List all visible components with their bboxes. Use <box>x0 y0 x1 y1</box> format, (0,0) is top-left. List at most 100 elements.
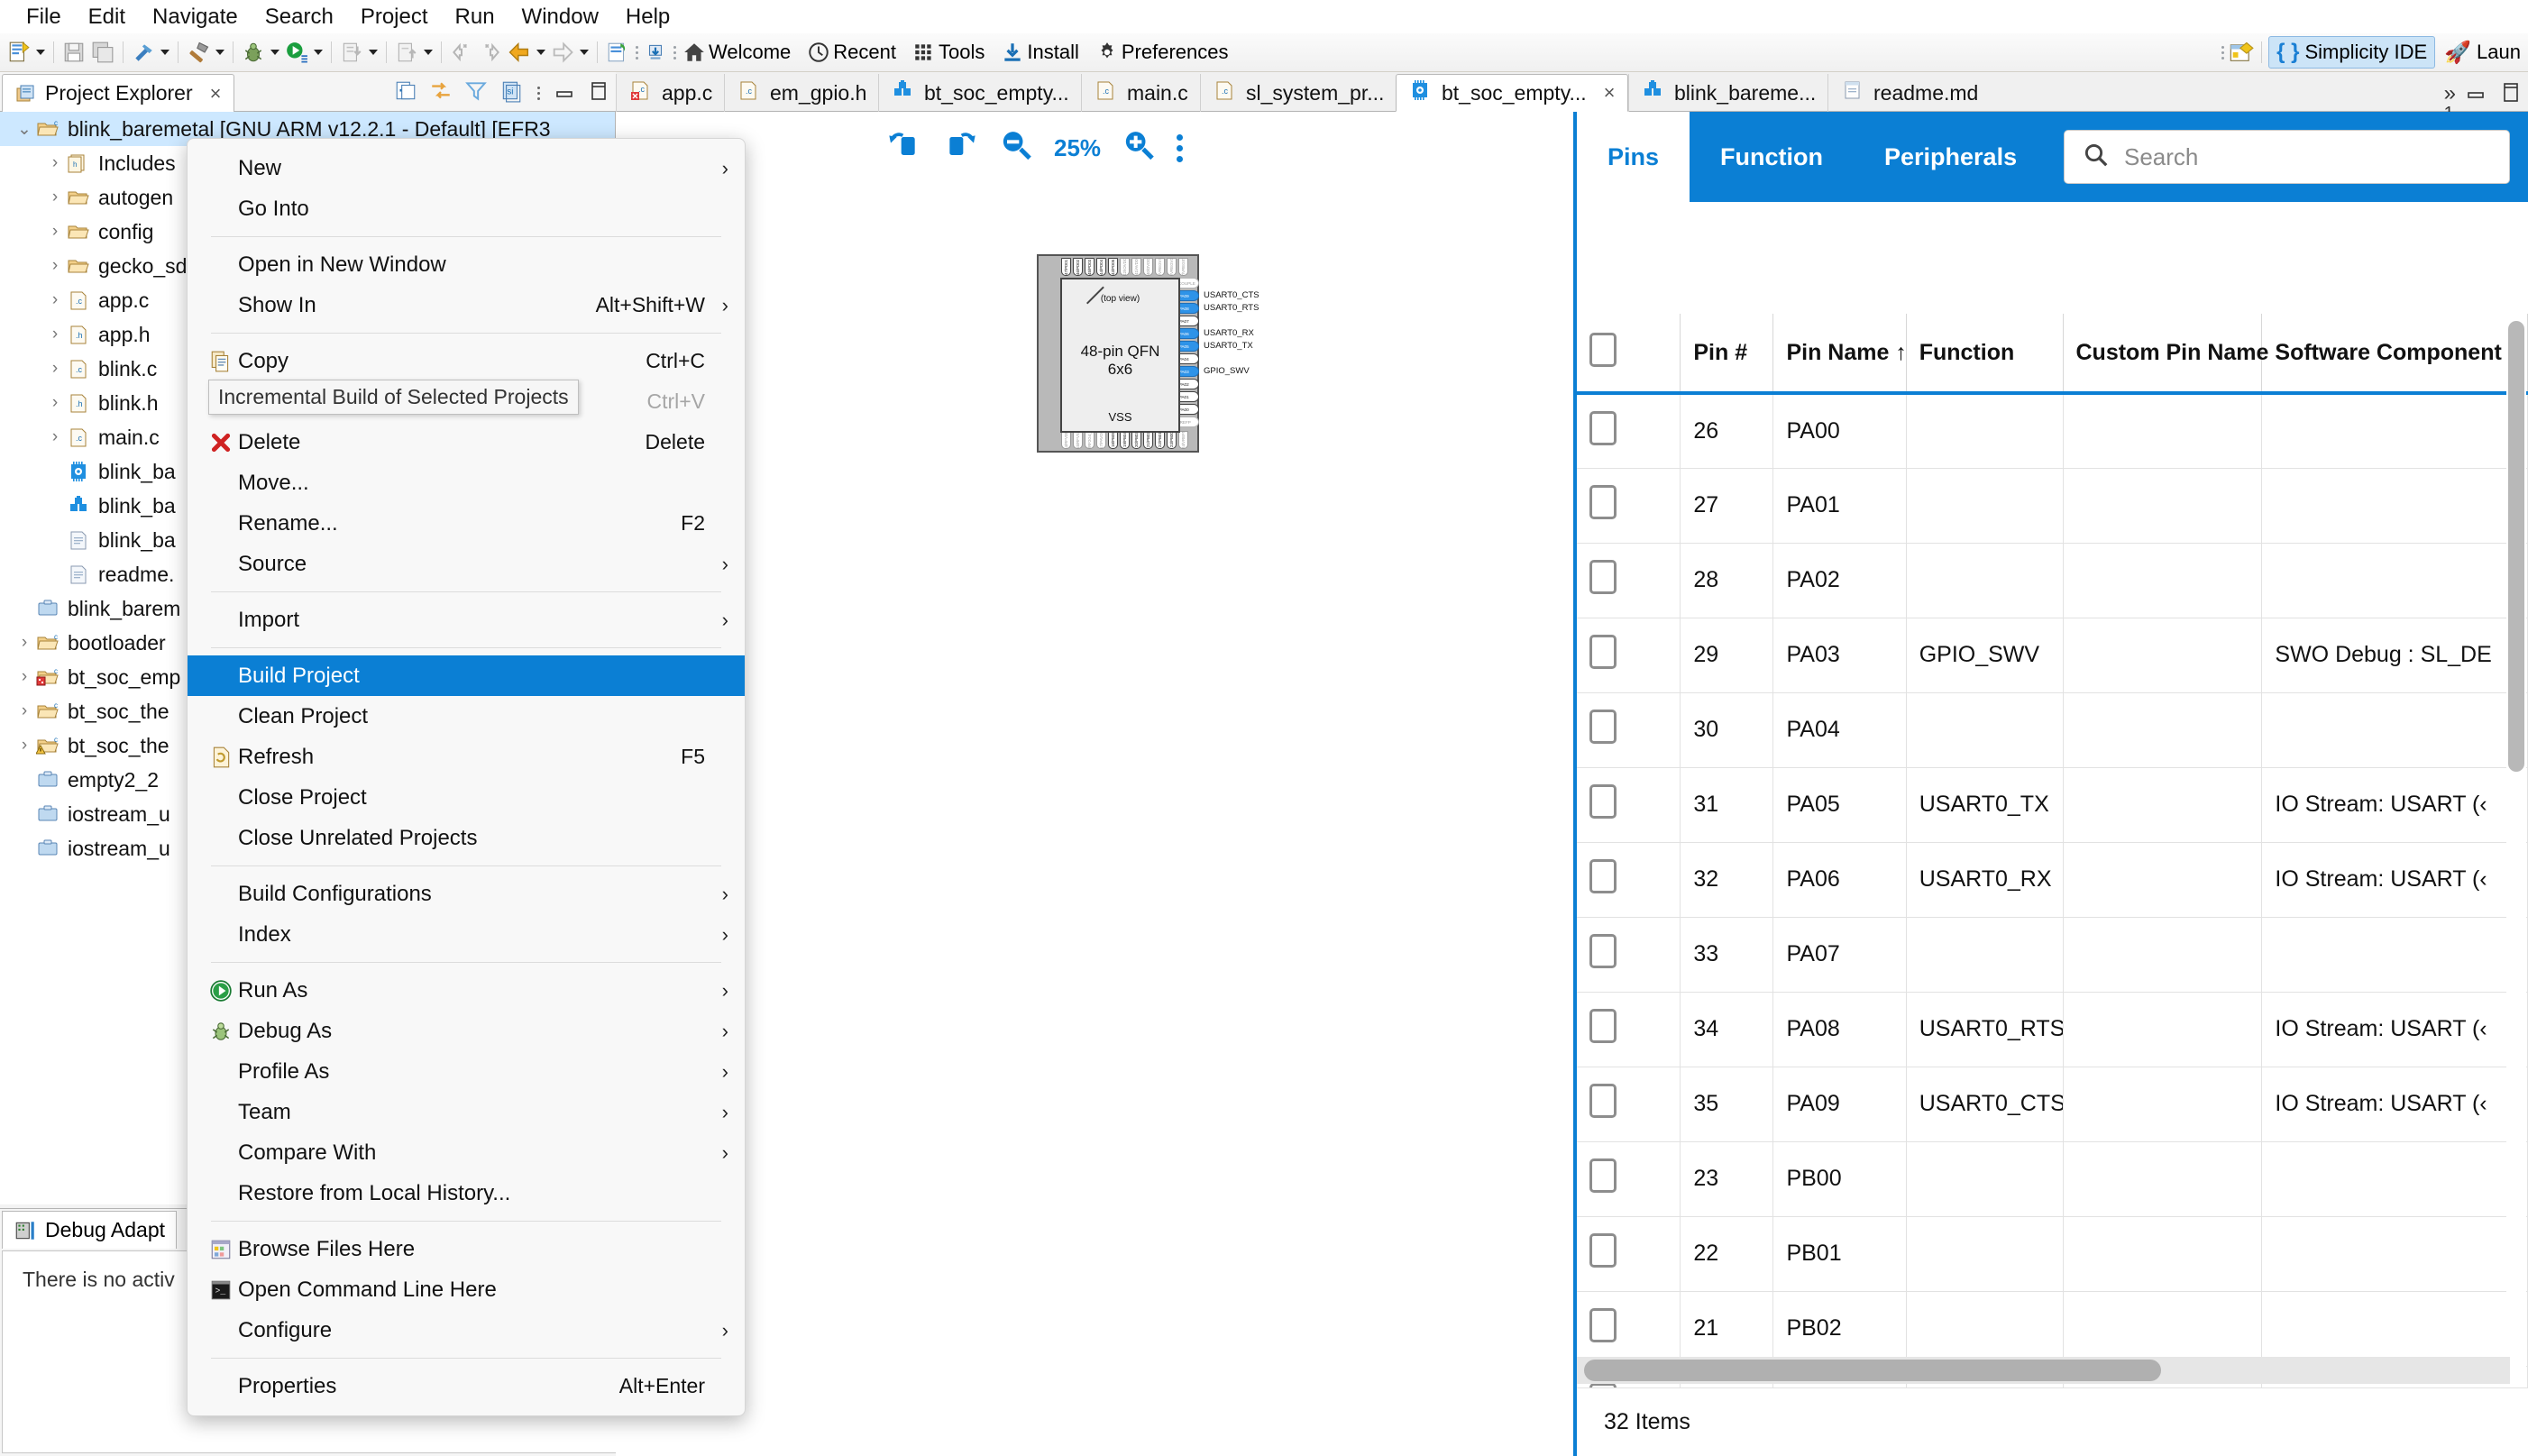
toolbar-drag-handle[interactable] <box>671 40 678 65</box>
pin-number-cell[interactable]: 31 <box>1680 767 1774 843</box>
column-header-software-component[interactable]: Software Component <box>2261 314 2528 395</box>
software-component-cell[interactable]: IO Stream: USART (‹ <box>2261 1067 2528 1142</box>
menu-window[interactable]: Window <box>508 3 612 32</box>
menu-item-build-project[interactable]: Build Project <box>188 655 745 696</box>
menu-item-go-into[interactable]: Go Into <box>188 188 745 229</box>
view-menu-icon[interactable] <box>535 81 542 106</box>
chevron-right-icon[interactable]: › <box>13 667 36 687</box>
quick-access-recent[interactable]: Recent <box>804 36 908 69</box>
debug-dropdown-icon[interactable] <box>269 39 281 66</box>
chevron-right-icon[interactable]: › <box>43 222 67 242</box>
software-component-cell[interactable] <box>2261 692 2528 768</box>
tab-project-explorer[interactable]: Project Explorer × <box>2 74 235 112</box>
new-wizard-dropdown-icon[interactable] <box>34 39 47 66</box>
row-checkbox[interactable] <box>1589 485 1617 519</box>
close-icon[interactable]: × <box>1604 81 1616 105</box>
menu-item-source[interactable]: Source › <box>188 544 745 584</box>
chip-pin-bottom[interactable]: 19/PB04 <box>1120 431 1130 449</box>
chevron-right-icon[interactable]: › <box>13 701 36 721</box>
editor-tab-5[interactable]: bt_soc_empty... × <box>1396 74 1628 112</box>
editor-tab-0[interactable]: .c app.c <box>616 74 724 112</box>
collapse-all-icon[interactable] <box>394 79 417 107</box>
perspective-drag-handle[interactable] <box>2219 40 2226 65</box>
chip-pin-top[interactable]: 44/PD04 <box>1096 258 1106 276</box>
close-icon[interactable]: × <box>210 82 222 105</box>
chip-pin-bottom[interactable]: 15/RFVSS <box>1073 431 1083 449</box>
custom-pin-name-cell[interactable] <box>2063 468 2263 544</box>
link-with-editor-icon[interactable] <box>429 79 453 107</box>
menu-item-delete[interactable]: Delete Delete <box>188 422 745 462</box>
table-row[interactable]: 23 PB00 <box>1577 1141 2528 1217</box>
row-checkbox-cell[interactable] <box>1577 1067 1681 1142</box>
chip-pin-top[interactable]: 43/PD05 <box>1108 258 1118 276</box>
pin-name-cell[interactable]: PA01 <box>1772 468 1907 544</box>
menu-item-browse-files-here[interactable]: Browse Files Here <box>188 1229 745 1269</box>
simplicity-filter-icon[interactable]: si <box>499 79 523 107</box>
chip-pin-bottom[interactable]: 16/RF2G4_IO <box>1085 431 1095 449</box>
row-checkbox[interactable] <box>1589 1009 1617 1043</box>
menu-item-move[interactable]: Move... <box>188 462 745 503</box>
chevron-right-icon[interactable]: › <box>13 633 36 653</box>
custom-pin-name-cell[interactable] <box>2063 767 2263 843</box>
next-annotation-icon[interactable] <box>477 39 504 66</box>
row-checkbox-cell[interactable] <box>1577 992 1681 1067</box>
chip-pin-bottom[interactable]: 20/PB03 <box>1131 431 1141 449</box>
editor-tab-1[interactable]: .c em_gpio.h <box>724 74 878 112</box>
prev-annotation-icon[interactable] <box>448 39 475 66</box>
download-flash-icon[interactable] <box>338 39 365 66</box>
custom-pin-name-cell[interactable] <box>2063 1067 2263 1142</box>
chip-pin-top[interactable]: 39/VREGVSS <box>1155 258 1165 276</box>
menu-item-rename[interactable]: Rename... F2 <box>188 503 745 544</box>
software-component-cell[interactable] <box>2261 393 2528 469</box>
project-context-menu[interactable]: New › Go Into Open in New Window Show In Alt+… <box>187 138 746 1416</box>
table-row[interactable]: 27 PA01 <box>1577 468 2528 544</box>
row-checkbox[interactable] <box>1589 859 1617 893</box>
forward-icon[interactable] <box>549 39 576 66</box>
chip-pin-bottom[interactable]: 23/PB00 <box>1167 431 1177 449</box>
chevron-down-icon[interactable]: ⌄ <box>13 119 36 140</box>
pin-function-cell[interactable] <box>1906 1291 2064 1367</box>
custom-pin-name-cell[interactable] <box>2063 618 2263 693</box>
tab-peripherals[interactable]: Peripherals <box>1854 112 2047 202</box>
pin-name-cell[interactable]: PB00 <box>1772 1141 1907 1217</box>
new-wizard-icon[interactable] <box>5 39 32 66</box>
quick-access-welcome[interactable]: Welcome <box>680 36 802 69</box>
menu-help[interactable]: Help <box>612 3 683 32</box>
run-dropdown-icon[interactable] <box>312 39 325 66</box>
table-row[interactable]: 21 PB02 <box>1577 1291 2528 1367</box>
toolbar-drag-handle[interactable] <box>633 40 640 65</box>
chip-pin-top[interactable]: 41/AVDD <box>1131 258 1141 276</box>
pin-table-hscrollbar[interactable] <box>1577 1357 2510 1384</box>
row-checkbox-cell[interactable] <box>1577 543 1681 618</box>
select-all-checkbox[interactable] <box>1589 332 1617 367</box>
column-header-custom-pin-name[interactable]: Custom Pin Name <box>2063 314 2268 395</box>
zoom-out-icon[interactable] <box>998 128 1034 169</box>
software-component-cell[interactable] <box>2261 1216 2528 1292</box>
pin-function-cell[interactable]: USART0_TX <box>1906 767 2064 843</box>
menu-item-run-as[interactable]: Run As › <box>188 970 745 1011</box>
chevron-right-icon[interactable]: › <box>13 736 36 755</box>
editor-tab-7[interactable]: readme.md <box>1827 74 1990 112</box>
row-checkbox-cell[interactable] <box>1577 692 1681 768</box>
kebab-menu-icon[interactable] <box>1177 134 1184 162</box>
menu-item-compare-with[interactable]: Compare With › <box>188 1132 745 1173</box>
row-checkbox-cell[interactable] <box>1577 917 1681 993</box>
table-row[interactable]: 35 PA09 USART0_CTS IO Stream: USART (‹ <box>1577 1067 2528 1142</box>
pin-number-cell[interactable]: 33 <box>1680 917 1774 993</box>
menu-item-open-command-line-here[interactable]: >_ Open Command Line Here <box>188 1269 745 1310</box>
menu-project[interactable]: Project <box>347 3 442 32</box>
pin-function-cell[interactable]: GPIO_SWV <box>1906 618 2064 693</box>
menu-item-show-in[interactable]: Show In Alt+Shift+W › <box>188 285 745 325</box>
pin-name-cell[interactable]: PA07 <box>1772 917 1907 993</box>
row-checkbox-cell[interactable] <box>1577 393 1681 469</box>
menu-navigate[interactable]: Navigate <box>139 3 252 32</box>
pin-number-cell[interactable]: 22 <box>1680 1216 1774 1292</box>
search-input[interactable]: Search <box>2064 130 2510 184</box>
pin-name-cell[interactable]: PA00 <box>1772 393 1907 469</box>
pin-number-cell[interactable]: 21 <box>1680 1291 1774 1367</box>
pin-function-cell[interactable] <box>1906 468 2064 544</box>
row-checkbox-cell[interactable] <box>1577 468 1681 544</box>
table-row[interactable]: 34 PA08 USART0_RTS IO Stream: USART (‹ <box>1577 992 2528 1067</box>
software-component-cell[interactable] <box>2261 1291 2528 1367</box>
pin-name-cell[interactable]: PA09 <box>1772 1067 1907 1142</box>
